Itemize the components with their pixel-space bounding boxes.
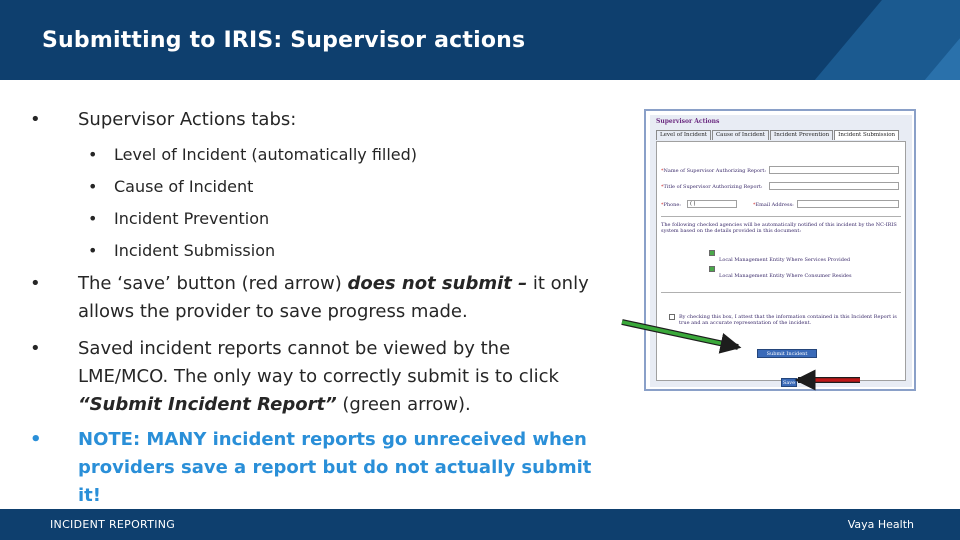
submit-note-pre: Saved incident reports cannot be viewed … bbox=[78, 338, 559, 387]
bullet-dot: • bbox=[88, 145, 98, 164]
email-label: *Email Address: bbox=[753, 202, 794, 208]
supervisor-title-label: *Title of Supervisor Authorizing Report: bbox=[661, 184, 763, 190]
footer-brand: Vaya Health bbox=[847, 518, 914, 531]
bullet-dot: • bbox=[88, 209, 98, 228]
bullet-dot: • bbox=[30, 109, 41, 130]
sub-bullet-text: Cause of Incident bbox=[114, 177, 254, 196]
supervisor-name-input[interactable] bbox=[769, 166, 899, 174]
screenshot-tabs: Level of Incident Cause of Incident Inci… bbox=[656, 130, 900, 140]
footer-label: INCIDENT REPORTING bbox=[50, 518, 176, 531]
divider bbox=[661, 216, 901, 217]
submit-note-emphasis: “Submit Incident Report” bbox=[78, 394, 337, 415]
attest-checkbox[interactable] bbox=[669, 314, 675, 320]
agency-checkbox[interactable] bbox=[709, 250, 715, 256]
email-input[interactable] bbox=[797, 200, 899, 208]
supervisor-name-label: *Name of Supervisor Authorizing Report: bbox=[661, 168, 767, 174]
submit-incident-report-button[interactable]: Submit Incident Report bbox=[757, 349, 817, 365]
tab-cause-of-incident[interactable]: Cause of Incident bbox=[711, 130, 770, 140]
tab-level-of-incident[interactable]: Level of Incident bbox=[656, 130, 711, 140]
agency-label: Local Management Entity Where Services P… bbox=[719, 257, 851, 263]
tab-incident-submission[interactable]: Incident Submission bbox=[834, 130, 900, 140]
screenshot-window: Supervisor Actions Level of Incident Cau… bbox=[650, 115, 912, 387]
sub-bullet-text: Incident Prevention bbox=[114, 209, 270, 228]
bullet-text: The ‘save’ button (red arrow) does not s… bbox=[78, 270, 598, 326]
bullet-dot: • bbox=[30, 273, 41, 294]
bullet-dot: • bbox=[30, 429, 42, 450]
bullet-list: • Supervisor Actions tabs: • Level of In… bbox=[0, 0, 620, 506]
tab-incident-prevention[interactable]: Incident Prevention bbox=[770, 130, 834, 140]
save-note-pre: The ‘save’ button (red arrow) bbox=[78, 273, 348, 294]
save-note-emphasis: does not submit – bbox=[347, 273, 528, 294]
save-button[interactable]: Save bbox=[781, 378, 797, 387]
submit-note-post: (green arrow). bbox=[336, 394, 471, 415]
bullet-text: Saved incident reports cannot be viewed … bbox=[78, 335, 588, 419]
agencies-text: The following checked agencies will be a… bbox=[661, 222, 897, 234]
bullet-dot: • bbox=[88, 177, 98, 196]
sub-bullet-text: Level of Incident (automatically filled) bbox=[114, 145, 418, 164]
agency-checkbox[interactable] bbox=[709, 266, 715, 272]
footer-bar: INCIDENT REPORTING Vaya Health bbox=[0, 509, 960, 540]
iris-screenshot: Supervisor Actions Level of Incident Cau… bbox=[644, 109, 916, 391]
phone-input[interactable]: ( ) bbox=[687, 200, 737, 208]
supervisor-title-input[interactable] bbox=[769, 182, 899, 190]
note-text: NOTE: MANY incident reports go unreceive… bbox=[78, 429, 592, 506]
bullet-dot: • bbox=[30, 338, 41, 359]
bullet-text: Supervisor Actions tabs: bbox=[78, 109, 297, 130]
sub-bullet-text: Incident Submission bbox=[114, 241, 276, 260]
attest-text: By checking this box, I attest that the … bbox=[679, 314, 897, 326]
divider bbox=[661, 292, 901, 293]
bullet-dot: • bbox=[88, 241, 98, 260]
submission-panel: *Name of Supervisor Authorizing Report: … bbox=[656, 141, 906, 387]
screenshot-title: Supervisor Actions bbox=[656, 118, 720, 125]
phone-label: *Phone: bbox=[661, 202, 681, 208]
agency-label: Local Management Entity Where Consumer R… bbox=[719, 273, 852, 279]
